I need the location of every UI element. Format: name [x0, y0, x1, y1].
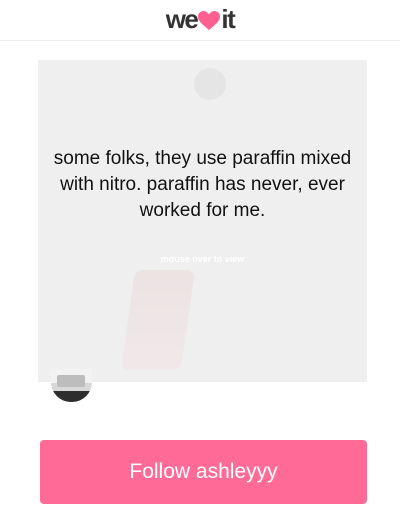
mouse-over-hint: mouse over to view — [160, 254, 245, 264]
user-avatar[interactable] — [51, 369, 92, 402]
blurred-image-figure — [120, 270, 196, 370]
top-bar: we it — [0, 0, 400, 41]
avatar-shadow — [51, 391, 92, 402]
blurred-image-detail — [194, 68, 226, 100]
card-quote-text: some folks, they use paraffin mixed with… — [53, 148, 352, 221]
logo-text-it: it — [221, 4, 235, 34]
logo-text-we: we — [165, 4, 199, 34]
avatar-detail — [57, 375, 85, 387]
image-card[interactable]: some folks, they use paraffin mixed with… — [38, 60, 367, 382]
heart-icon — [198, 7, 221, 37]
follow-button[interactable]: Follow ashleyyy — [40, 440, 367, 504]
weheartit-logo[interactable]: we it — [0, 4, 400, 37]
